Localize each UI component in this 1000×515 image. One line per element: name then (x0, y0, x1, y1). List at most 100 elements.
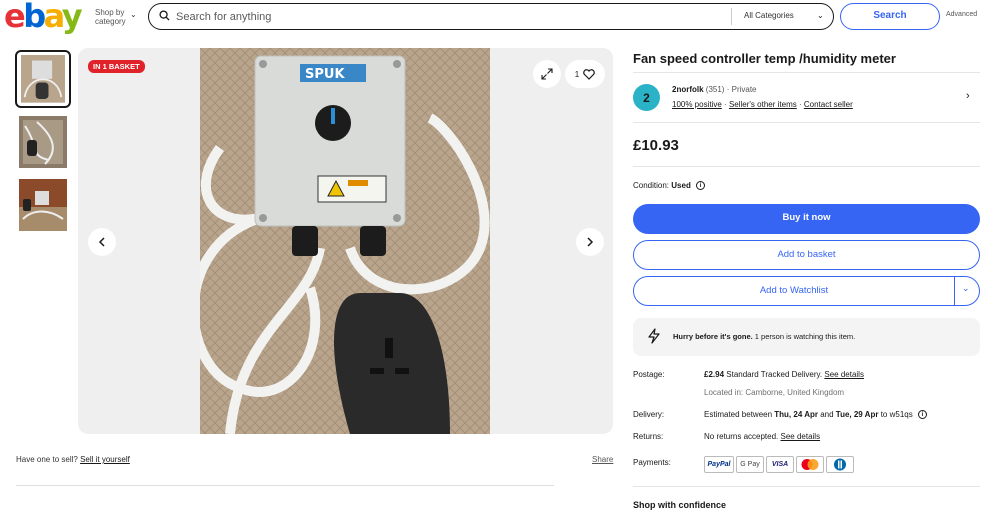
box-brand-text: SPUK (305, 67, 345, 82)
seller-rating: (351) (705, 85, 725, 94)
advanced-search-link[interactable]: Advanced (946, 11, 977, 18)
expand-icon (541, 68, 553, 80)
contact-seller-link[interactable]: Contact seller (804, 100, 853, 109)
add-to-watchlist-group: Add to Watchlist ⌄ (633, 276, 980, 306)
sell-prompt: Have one to sell? Sell it yourself (16, 455, 130, 464)
divider (954, 277, 955, 305)
thumbnail-image (19, 179, 67, 231)
delivery-end: Tue, 29 Apr (835, 410, 879, 419)
seller-other-items-link[interactable]: Seller's other items (729, 100, 797, 109)
search-input[interactable] (176, 8, 716, 25)
condition: Condition: Used i (633, 181, 706, 191)
urgency-text: Hurry before it's gone. 1 person is watc… (673, 332, 855, 341)
divider (633, 72, 980, 73)
payment-methods: PayPal G Pay VISA (704, 456, 854, 473)
watchers-count: 1 (574, 69, 580, 79)
mastercard-icon (801, 459, 819, 470)
expand-button[interactable] (533, 60, 561, 88)
search-icon (159, 10, 170, 21)
logo-letter-b: b (23, 0, 46, 35)
chevron-down-icon[interactable]: ⌄ (817, 11, 824, 20)
add-to-watchlist-button[interactable]: Add to Watchlist (634, 277, 954, 305)
sell-it-yourself-link[interactable]: Sell it yourself (80, 455, 130, 464)
thumbnail-1[interactable] (15, 50, 71, 108)
diners-club-logo (826, 456, 854, 473)
buy-it-now-button[interactable]: Buy it now (633, 204, 980, 234)
postage-details-link[interactable]: See details (824, 370, 864, 379)
seller-avatar[interactable]: 2 (633, 84, 660, 111)
item-price: £10.93 (633, 137, 679, 154)
chevron-down-icon[interactable]: ⌄ (962, 283, 970, 294)
thumbnail-2[interactable] (15, 113, 71, 171)
condition-value: Used (671, 181, 691, 190)
divider (633, 486, 980, 487)
watch-heart-button[interactable]: 1 (565, 60, 605, 88)
logo-letter-a: a (43, 0, 65, 35)
positive-feedback-link[interactable]: 100% positive (672, 100, 722, 109)
seller-info: 2norfolk (351) · Private (672, 85, 757, 94)
postage-service: Standard Tracked Delivery. (724, 370, 825, 379)
previous-image-button[interactable] (88, 228, 116, 256)
seller-name[interactable]: 2norfolk (672, 85, 704, 94)
shop-by-category-button[interactable]: Shop by category (95, 8, 126, 26)
divider (731, 8, 732, 25)
postage-price: £2.94 (704, 370, 725, 379)
chevron-right-icon[interactable]: › (966, 90, 970, 102)
listing-title: Fan speed controller temp /humidity mete… (633, 51, 896, 66)
lightning-icon (648, 328, 660, 344)
chevron-left-icon (98, 237, 105, 247)
category-select[interactable]: All Categories (744, 11, 794, 20)
payments-label: Payments: (633, 458, 671, 467)
thumbnail-image (21, 55, 65, 103)
delivery-label: Delivery: (633, 410, 665, 419)
product-image: SPUK (200, 48, 490, 434)
returns-text: No returns accepted. (704, 432, 781, 441)
mastercard-logo (796, 456, 824, 473)
returns-value: No returns accepted. See details (704, 432, 820, 441)
diners-club-icon (834, 458, 846, 471)
shop-by-label: Shop by (95, 8, 125, 17)
delivery-mid: and (817, 410, 836, 419)
thumbnail-image (19, 116, 67, 168)
paypal-logo: PayPal (704, 456, 734, 473)
returns-details-link[interactable]: See details (780, 432, 820, 441)
search-button[interactable]: Search (840, 3, 940, 30)
next-image-button[interactable] (576, 228, 604, 256)
google-pay-logo: G Pay (736, 456, 764, 473)
visa-logo: VISA (766, 456, 794, 473)
heart-icon (583, 68, 596, 80)
image-gallery: SPUK IN 1 BASKET 1 (78, 48, 613, 434)
category-label: category (95, 17, 126, 26)
sell-prompt-text: Have one to sell? (16, 455, 78, 464)
postage-label: Postage: (633, 370, 665, 379)
product-photo[interactable]: SPUK (200, 48, 490, 434)
delivery-prefix: Estimated between (704, 410, 775, 419)
returns-label: Returns: (633, 432, 664, 441)
divider (16, 485, 554, 486)
info-icon[interactable]: i (696, 181, 706, 191)
logo-letter-y: y (61, 0, 83, 35)
urgency-bold: Hurry before it's gone. (673, 332, 753, 341)
shop-with-confidence-heading: Shop with confidence (633, 500, 727, 510)
urgency-detail: 1 person is watching this item. (752, 332, 856, 341)
delivery-suffix: to w51qs (878, 410, 913, 419)
seller-type: · Private (726, 85, 757, 94)
divider (633, 122, 980, 123)
separator: · (724, 100, 727, 109)
info-icon[interactable]: i (917, 410, 927, 420)
postage-value: £2.94 Standard Tracked Delivery. See det… (704, 370, 864, 379)
item-location: Located in: Camborne, United Kingdom (704, 388, 845, 397)
chevron-right-icon (587, 237, 594, 247)
thumbnail-3[interactable] (15, 176, 71, 234)
search-bar: All Categories ⌄ (148, 3, 834, 30)
divider (633, 166, 980, 167)
chevron-down-icon[interactable]: ⌄ (130, 10, 137, 19)
condition-label: Condition: (633, 181, 670, 190)
separator: · (798, 100, 802, 109)
logo-letter-e: e (4, 0, 26, 35)
ebay-logo[interactable]: ebay (4, 0, 83, 35)
seller-links: 100% positive · Seller's other items · C… (672, 100, 853, 109)
delivery-start: Thu, 24 Apr (774, 410, 818, 419)
add-to-basket-button[interactable]: Add to basket (633, 240, 980, 270)
share-link[interactable]: Share (592, 455, 613, 464)
